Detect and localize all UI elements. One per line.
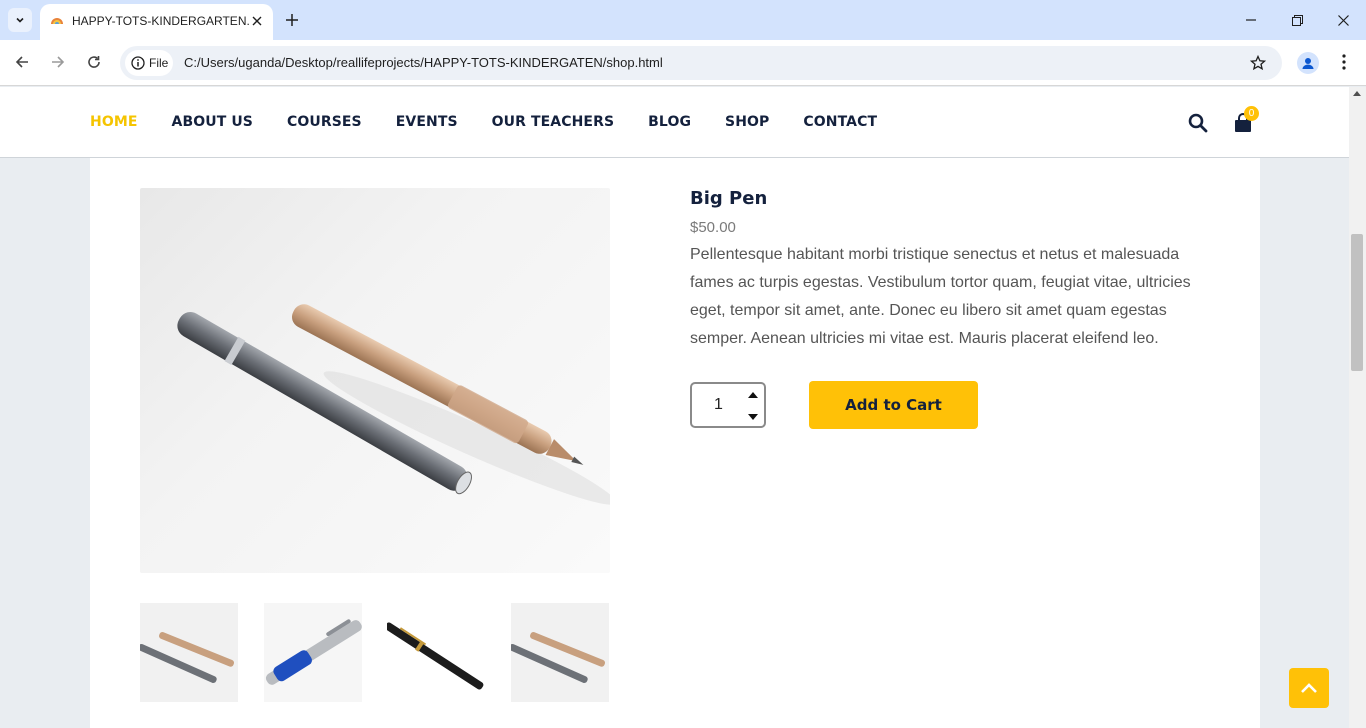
- product-title: Big Pen: [690, 188, 768, 209]
- star-icon: [1250, 55, 1266, 71]
- restore-button[interactable]: [1287, 10, 1307, 30]
- product-thumbnail[interactable]: [264, 603, 362, 702]
- scroll-up-arrow-icon[interactable]: [1353, 91, 1361, 96]
- browser-toolbar: File C:/Users/uganda/Desktop/reallifepro…: [0, 40, 1366, 86]
- reload-icon: [88, 56, 100, 68]
- nav-events[interactable]: EVENTS: [396, 114, 458, 130]
- scrollbar-thumb[interactable]: [1351, 234, 1363, 371]
- product-thumbnail[interactable]: [387, 603, 485, 702]
- chevron-down-icon: [16, 17, 24, 23]
- pen-thumbnail-image: [387, 603, 485, 702]
- pen-photo-image: [177, 304, 610, 505]
- nav-our-teachers[interactable]: OUR TEACHERS: [492, 114, 615, 130]
- search-icon[interactable]: [1188, 113, 1208, 133]
- tab-title: HAPPY-TOTS-KINDERGARTEN.: [72, 14, 250, 28]
- chevron-up-icon: [1301, 683, 1317, 693]
- arrow-right-icon: [52, 56, 65, 68]
- page-scrollbar[interactable]: [1349, 87, 1366, 728]
- restore-icon: [1291, 14, 1303, 26]
- more-vertical-icon: [1342, 54, 1346, 70]
- person-icon: [1302, 58, 1314, 69]
- product-thumbnail[interactable]: [511, 603, 609, 702]
- minimize-icon: [1246, 19, 1256, 21]
- add-to-cart-button[interactable]: Add to Cart: [809, 381, 978, 429]
- close-icon: [1337, 14, 1349, 26]
- product-main-image: [140, 188, 610, 573]
- browser-tab[interactable]: HAPPY-TOTS-KINDERGARTEN.: [40, 4, 273, 40]
- forward-button[interactable]: [48, 52, 68, 72]
- site-header: HOME ABOUT US COURSES EVENTS OUR TEACHER…: [0, 87, 1349, 158]
- quantity-decrement-icon[interactable]: [748, 414, 758, 420]
- tab-search-button[interactable]: [8, 8, 32, 32]
- profile-button[interactable]: [1297, 52, 1319, 74]
- product-thumbnail[interactable]: [140, 603, 238, 702]
- page-viewport: HOME ABOUT US COURSES EVENTS OUR TEACHER…: [0, 87, 1349, 728]
- product-description: Pellentesque habitant morbi tristique se…: [690, 246, 1191, 347]
- nav-courses[interactable]: COURSES: [287, 114, 362, 130]
- reload-button[interactable]: [84, 52, 104, 72]
- pen-thumbnail-image: [140, 603, 238, 702]
- back-to-top-button[interactable]: [1289, 668, 1329, 708]
- info-icon: [131, 56, 145, 70]
- close-icon: [252, 16, 262, 26]
- cart-count-badge: 0: [1244, 106, 1259, 121]
- minimize-button[interactable]: [1241, 10, 1261, 30]
- site-chip-label: File: [149, 56, 169, 70]
- product-detail-card: Big Pen $50.00 Pellentesque habitant mor…: [90, 158, 1260, 728]
- pen-thumbnail-image: [511, 603, 609, 702]
- quantity-stepper[interactable]: 1: [690, 382, 766, 428]
- quantity-increment-icon[interactable]: [748, 392, 758, 398]
- nav-home[interactable]: HOME: [90, 114, 138, 130]
- browser-tab-bar: HAPPY-TOTS-KINDERGARTEN.: [0, 0, 1366, 40]
- nav-shop[interactable]: SHOP: [725, 114, 769, 130]
- nav-contact[interactable]: CONTACT: [803, 114, 877, 130]
- plus-icon: [286, 14, 298, 26]
- nav-blog[interactable]: BLOG: [648, 114, 691, 130]
- close-window-button[interactable]: [1333, 10, 1353, 30]
- site-favicon-icon: [51, 18, 63, 24]
- address-bar[interactable]: File C:/Users/uganda/Desktop/reallifepro…: [120, 46, 1282, 80]
- back-button[interactable]: [12, 52, 32, 72]
- browser-menu-button[interactable]: [1334, 52, 1354, 72]
- pen-thumbnail-image: [264, 603, 362, 702]
- arrow-left-icon: [15, 56, 28, 68]
- nav-about-us[interactable]: ABOUT US: [172, 114, 253, 130]
- new-tab-button[interactable]: [283, 11, 301, 29]
- main-nav: HOME ABOUT US COURSES EVENTS OUR TEACHER…: [90, 114, 911, 130]
- product-price: $50.00: [690, 219, 736, 236]
- site-info-chip[interactable]: File: [125, 50, 173, 76]
- quantity-value[interactable]: 1: [714, 396, 723, 414]
- bookmark-button[interactable]: [1248, 53, 1268, 73]
- url-text[interactable]: C:/Users/uganda/Desktop/reallifeprojects…: [184, 55, 663, 70]
- tab-close-button[interactable]: [248, 12, 266, 30]
